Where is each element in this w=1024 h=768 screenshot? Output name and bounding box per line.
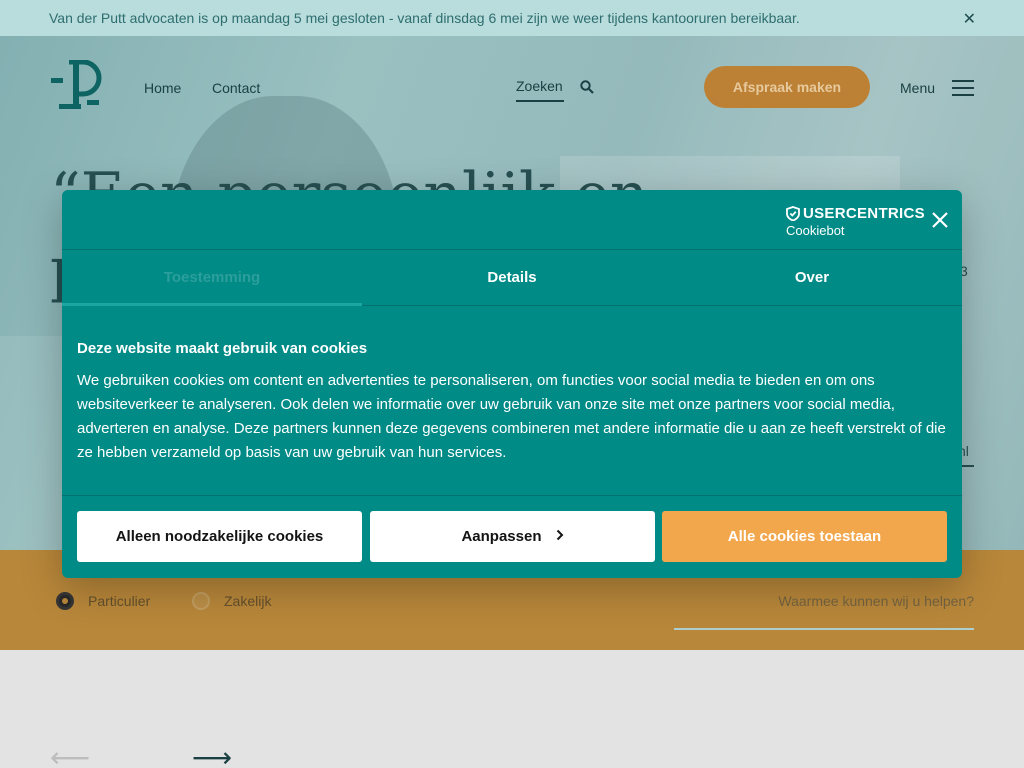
necessary-cookies-label: Alleen noodzakelijke cookies [115, 528, 324, 545]
necessary-cookies-button[interactable]: Alleen noodzakelijke cookies [77, 511, 362, 562]
dialog-header: USERCENTRICS Cookiebot [62, 190, 962, 250]
customize-label: Aanpassen [461, 528, 542, 545]
allow-all-label: Alle cookies toestaan [727, 528, 882, 545]
cookie-dialog: USERCENTRICS Cookiebot Toestemming Detai… [62, 190, 962, 578]
close-icon[interactable]: ✕ [963, 9, 976, 29]
dialog-body: Deze website maakt gebruik van cookies W… [77, 340, 947, 465]
brand-sub: Cookiebot [786, 223, 845, 238]
chevron-right-icon [556, 511, 564, 562]
announcement-bar: Van der Putt advocaten is op maandag 5 m… [0, 0, 1024, 36]
dialog-tabs: Toestemming Details Over [62, 251, 962, 306]
brand-main: USERCENTRICS [803, 205, 925, 222]
tab-toestemming[interactable]: Toestemming [62, 251, 362, 306]
dialog-title: Deze website maakt gebruik van cookies [77, 340, 368, 357]
cookiebot-logo: USERCENTRICS Cookiebot [786, 205, 925, 238]
shield-icon [786, 206, 800, 221]
dialog-divider [62, 495, 962, 496]
dialog-text: We gebruiken cookies om content en adver… [77, 372, 946, 461]
customize-button[interactable]: Aanpassen [370, 511, 655, 562]
tab-details[interactable]: Details [362, 251, 662, 306]
tab-over[interactable]: Over [662, 251, 962, 306]
allow-all-cookies-button[interactable]: Alle cookies toestaan [662, 511, 947, 562]
announcement-text: Van der Putt advocaten is op maandag 5 m… [49, 10, 800, 26]
close-icon[interactable] [930, 210, 950, 230]
